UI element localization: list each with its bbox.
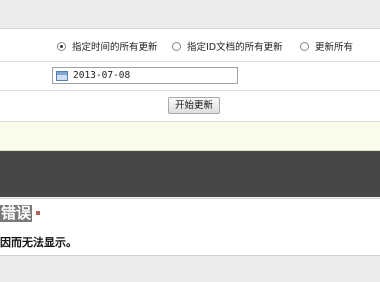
top-bar — [0, 0, 380, 29]
bottom-bar — [0, 256, 380, 282]
option-by-time-label: 指定时间的所有更新 — [72, 42, 158, 53]
calendar-icon[interactable] — [56, 70, 68, 81]
error-title: 错误 — [0, 204, 33, 222]
option-all-label: 更新所有 — [315, 42, 354, 53]
radio-by-time[interactable] — [57, 41, 66, 51]
option-by-time[interactable]: 指定时间的所有更新 — [57, 39, 158, 53]
date-input[interactable]: 2013-07-08 — [52, 67, 238, 84]
error-message: 因而无法显示。 — [0, 236, 77, 249]
dark-header-band — [0, 151, 380, 197]
radio-all[interactable] — [300, 41, 309, 51]
option-by-id[interactable]: 指定ID文档的所有更新 — [172, 39, 283, 53]
date-value: 2013-07-08 — [73, 70, 131, 81]
option-all[interactable]: 更新所有 — [300, 39, 353, 53]
option-by-id-label: 指定ID文档的所有更新 — [187, 42, 283, 53]
notice-area — [0, 122, 380, 151]
radio-by-id[interactable] — [172, 41, 181, 51]
error-title-dot — [36, 211, 40, 215]
start-update-button[interactable]: 开始更新 — [168, 97, 220, 114]
